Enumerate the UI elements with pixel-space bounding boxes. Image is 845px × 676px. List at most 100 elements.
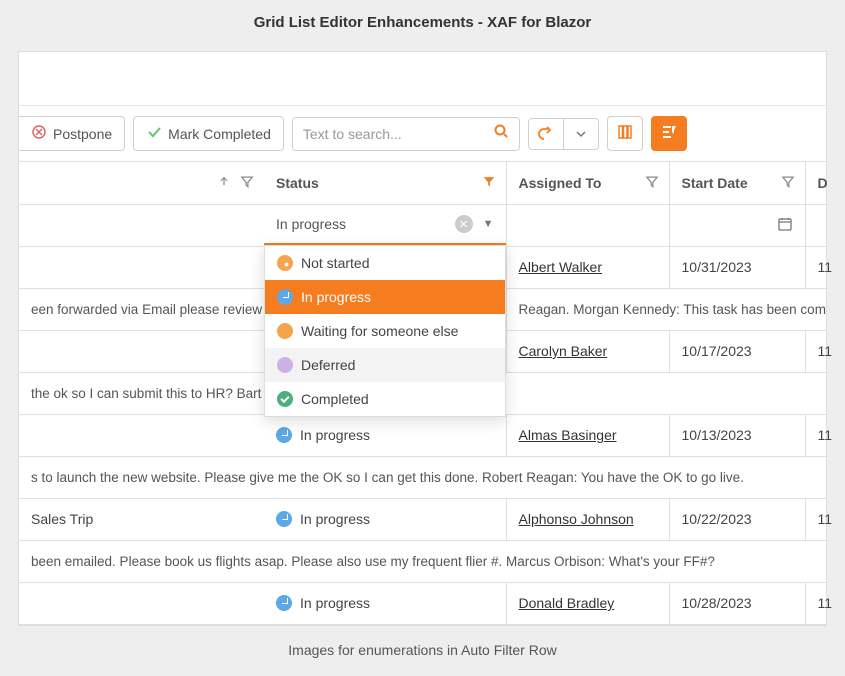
cell-start: 10/28/2023 — [669, 582, 805, 624]
mark-completed-button[interactable]: Mark Completed — [133, 116, 284, 151]
cell-assigned: Carolyn Baker — [506, 330, 669, 372]
postpone-label: Postpone — [53, 126, 112, 142]
assignee-link[interactable]: Albert Walker — [519, 259, 603, 275]
status-enum-icon — [277, 289, 293, 305]
check-icon — [146, 124, 162, 143]
status-enum-icon — [277, 391, 293, 407]
filter-assigned[interactable] — [506, 204, 669, 246]
search-input[interactable] — [293, 118, 483, 150]
top-blank-bar — [19, 52, 826, 106]
status-label: In progress — [300, 511, 370, 527]
postpone-button[interactable]: Postpone — [19, 116, 125, 151]
status-option[interactable]: Not started — [265, 246, 505, 280]
filter-blank[interactable] — [19, 204, 264, 246]
header-start-label: Start Date — [682, 175, 748, 191]
status-option-label: Deferred — [301, 357, 355, 373]
search-wrap — [292, 117, 520, 151]
clear-filter-icon[interactable]: ✕ — [455, 215, 473, 233]
header-blank[interactable] — [19, 162, 264, 204]
desc-text: been emailed. Please book us flights asa… — [19, 540, 826, 582]
header-due-label: D — [818, 175, 828, 191]
table-row[interactable]: Sales TripIn progressAlphonso Johnson10/… — [19, 498, 826, 540]
export-split-button[interactable] — [528, 118, 599, 150]
grid-panel: Postpone Mark Completed — [18, 51, 827, 626]
chevron-down-icon[interactable]: ▼ — [483, 218, 494, 230]
header-assigned-label: Assigned To — [519, 175, 602, 191]
assignee-link[interactable]: Carolyn Baker — [519, 343, 608, 359]
status-option[interactable]: In progress — [265, 280, 505, 314]
table-row[interactable]: In progress Almas Basinger 10/13/202311 — [19, 414, 826, 456]
desc-fragment: Reagan. Morgan Kennedy: This task has be… — [506, 288, 826, 330]
column-chooser-button[interactable] — [607, 116, 643, 151]
assignee-link[interactable]: Alphonso Johnson — [519, 511, 634, 527]
cell-due: 11 — [805, 330, 826, 372]
status-enum-icon — [277, 323, 293, 339]
header-start[interactable]: Start Date — [669, 162, 805, 204]
cell-start: 10/13/2023 — [669, 414, 805, 456]
cell-assigned: Donald Bradley — [506, 582, 669, 624]
cell-blank — [19, 330, 264, 372]
status-dropdown: Not started In progress Waiting for someon… — [264, 245, 506, 417]
cell-due: 11 — [805, 582, 826, 624]
status-enum-icon — [276, 511, 292, 527]
cell-start: 10/22/2023 — [669, 498, 805, 540]
funnel-icon[interactable] — [240, 174, 254, 191]
status-label: In progress — [300, 427, 370, 443]
funnel-icon[interactable] — [645, 174, 659, 191]
assignee-link[interactable]: Almas Basinger — [519, 427, 617, 443]
funnel-icon[interactable] — [781, 174, 795, 191]
cell-due: 11 — [805, 498, 826, 540]
columns-icon — [617, 124, 633, 143]
header-row: Status Assigned To — [19, 162, 826, 204]
filter-due[interactable] — [805, 204, 826, 246]
table-row[interactable]: In progress Donald Bradley 10/28/202311 — [19, 582, 826, 624]
header-status-label: Status — [276, 175, 319, 191]
status-enum-icon — [276, 595, 292, 611]
filter-status-cell[interactable]: In progress ✕ ▼ Not startedIn progressWa… — [264, 204, 506, 246]
cell-assigned: Albert Walker — [506, 246, 669, 288]
cell-status: In progress — [264, 582, 506, 624]
cell-status: In progress — [264, 498, 506, 540]
cell-blank — [19, 246, 264, 288]
filter-status-value: In progress — [276, 216, 455, 232]
cell-start: 10/17/2023 — [669, 330, 805, 372]
grid-table: Status Assigned To — [19, 162, 826, 625]
status-option[interactable]: Deferred — [265, 348, 505, 382]
cell-blank — [19, 582, 264, 624]
assignee-link[interactable]: Donald Bradley — [519, 595, 615, 611]
image-caption: Images for enumerations in Auto Filter R… — [0, 626, 845, 658]
status-label: In progress — [300, 595, 370, 611]
status-option-label: Completed — [301, 391, 369, 407]
cell-blank — [19, 414, 264, 456]
cell-assigned: Almas Basinger — [506, 414, 669, 456]
cell-status: In progress — [264, 414, 506, 456]
desc-text: s to launch the new website. Please give… — [19, 456, 826, 498]
status-option[interactable]: Completed — [265, 382, 505, 416]
status-option[interactable]: Waiting for someone else — [265, 314, 505, 348]
header-assigned[interactable]: Assigned To — [506, 162, 669, 204]
status-enum-icon — [276, 427, 292, 443]
status-option-label: Not started — [301, 255, 369, 271]
filter-rows-icon — [661, 124, 677, 143]
status-option-label: In progress — [301, 289, 371, 305]
description-row: s to launch the new website. Please give… — [19, 456, 826, 498]
cell-due: 11 — [805, 246, 826, 288]
mark-completed-label: Mark Completed — [168, 126, 271, 142]
cell-due: 11 — [805, 414, 826, 456]
funnel-icon[interactable] — [482, 174, 496, 191]
clock-x-icon — [31, 124, 47, 143]
filter-start[interactable] — [669, 204, 805, 246]
export-icon[interactable] — [529, 119, 563, 149]
description-row: been emailed. Please book us flights asa… — [19, 540, 826, 582]
filter-toggle-button[interactable] — [651, 116, 687, 151]
calendar-icon[interactable] — [777, 219, 793, 235]
header-due[interactable]: D — [805, 162, 826, 204]
search-button[interactable] — [483, 118, 519, 150]
cell-start: 10/31/2023 — [669, 246, 805, 288]
toolbar: Postpone Mark Completed — [19, 106, 826, 162]
sort-asc-icon[interactable] — [218, 175, 230, 191]
filter-row: In progress ✕ ▼ Not startedIn progressWa… — [19, 204, 826, 246]
cell-assigned: Alphonso Johnson — [506, 498, 669, 540]
header-status[interactable]: Status — [264, 162, 506, 204]
chevron-down-icon[interactable] — [563, 119, 598, 149]
